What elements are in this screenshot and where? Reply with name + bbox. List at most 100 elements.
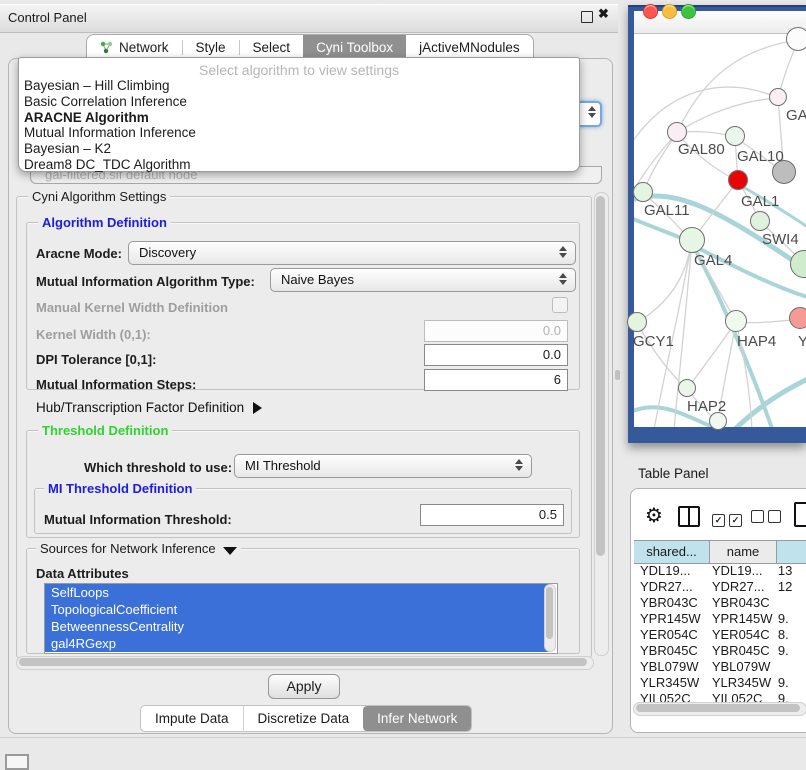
cell-shared-name: YDL19... [634,563,708,579]
attribute-list-item[interactable]: BetweennessCentrality [45,618,551,635]
cell-value: 13 [773,563,806,579]
attribute-list-item[interactable]: TopologicalCoefficient [45,601,551,618]
table-row[interactable]: YDR27... YDR27... 12 [634,579,806,595]
list-scrollbar-thumb[interactable] [546,587,553,639]
network-node-gal10[interactable] [725,126,745,146]
column-header-shared[interactable]: shared... [634,541,710,563]
mi-steps-field[interactable]: 6 [424,369,568,391]
network-node-selected-red[interactable] [728,170,748,190]
minimize-traffic-light-icon[interactable] [662,4,677,19]
mi-type-value: Naive Bayes [281,272,354,287]
network-node-gal4[interactable] [679,227,705,253]
table-row[interactable]: YBL079W YBL079W [634,659,806,675]
data-attributes-label: Data Attributes [36,566,129,581]
node-label: GAL4 [694,252,732,269]
settings-hscrollbar-thumb[interactable] [19,658,587,666]
cell-shared-name: YBR045C [634,643,708,659]
node-label: GAL10 [737,148,784,165]
control-panel-title: Control Panel [8,10,87,25]
zoom-traffic-light-icon[interactable] [681,4,696,19]
sources-group-title[interactable]: Sources for Network Inference [36,542,241,555]
network-node[interactable] [786,27,806,51]
which-threshold-label: Which threshold to use: [84,460,232,475]
select-all-checkboxes-icon[interactable]: ✓✓ [712,510,746,528]
which-threshold-combo[interactable]: MI Threshold [234,454,532,478]
table-row[interactable]: YLR345W YLR345W 9. [634,675,806,691]
algorithm-list-item[interactable]: Basic Correlation Inference [19,94,579,110]
attribute-list-item[interactable]: gal4RGexp [45,635,551,652]
network-node-gcy1[interactable] [627,312,647,332]
bottom-tab[interactable]: Discretize Data [243,706,364,731]
document-icon[interactable] [794,502,806,527]
bottom-tabbar: Impute DataDiscretize DataInfer Network [140,705,472,732]
mi-steps-label: Mutual Information Steps: [36,377,196,392]
status-bar-divider [0,737,806,738]
table-row[interactable]: YBR043C YBR043C [634,595,806,611]
table-row[interactable]: YPR145W YPR145W 9. [634,611,806,627]
expand-right-icon [253,402,262,414]
aracne-mode-label: Aracne Mode: [36,246,122,261]
cell-name: YPR145W [708,611,773,627]
cell-name: YER054C [708,627,773,643]
algorithm-list-item[interactable]: ARACNE Algorithm [19,110,579,126]
dpi-tolerance-field[interactable]: 0.0 [424,344,568,366]
node-label: GCY1 [633,333,674,350]
network-node-hap2[interactable] [678,379,696,397]
algorithm-list-item[interactable]: Dream8 DC_TDC Algorithm [19,157,579,173]
float-window-icon[interactable] [581,11,593,23]
network-node-salmon[interactable] [789,307,806,329]
cell-value: 9. [773,675,806,691]
minimized-panel-grip[interactable] [5,754,29,770]
column-header-partial[interactable] [777,541,806,563]
algorithm-list-item[interactable]: Mutual Information Inference [19,125,579,141]
cell-value: 9. [773,611,806,627]
split-columns-icon[interactable] [678,506,700,527]
cell-value: 8. [773,627,806,643]
cell-name: YBR043C [708,595,773,611]
algorithm-list-item[interactable]: Bayesian – K2 [19,141,579,157]
aracne-mode-combo[interactable]: Discovery [128,241,576,265]
table-row[interactable]: YER054C YER054C 8. [634,627,806,643]
attribute-list-item[interactable]: SelfLoops [45,584,551,601]
settings-vscrollbar-thumb[interactable] [596,196,605,556]
splitter-handle[interactable] [615,370,620,380]
close-traffic-light-icon[interactable] [643,4,658,19]
kernel-width-field[interactable]: 0.0 [424,320,568,342]
node-label: GAL [786,107,806,124]
network-node-hap4[interactable] [725,310,747,332]
column-header-name[interactable]: name [710,541,777,563]
collapse-down-icon [223,547,237,555]
network-node-gal1[interactable] [750,211,770,231]
table-hscrollbar-thumb[interactable] [636,704,800,712]
manual-kernel-checkbox[interactable] [552,297,568,313]
cell-name: YDL19... [708,563,773,579]
network-window-titlebar[interactable] [634,11,806,34]
table-panel-title: Table Panel [638,466,709,481]
network-node[interactable] [769,88,787,106]
table-row[interactable]: YBR045C YBR045C 9. [634,643,806,659]
bottom-tab[interactable]: Infer Network [363,706,471,731]
bottom-tab[interactable]: Impute Data [141,706,243,731]
control-panel-titlebar [0,4,618,33]
apply-button[interactable]: Apply [268,674,340,699]
aracne-mode-value: Discovery [139,245,196,260]
algorithm-list-item[interactable]: Bayesian – Hill Climbing [19,78,579,94]
mi-type-combo[interactable]: Naive Bayes [270,268,576,292]
node-label: GAL1 [741,193,779,210]
cell-name: YBR045C [708,643,773,659]
algorithm-dropdown-popup: Select algorithm to view settings Bayesi… [18,57,580,172]
cell-shared-name: YBL079W [634,659,708,675]
network-node-gal80[interactable] [667,122,687,142]
deselect-all-checkboxes-icon[interactable] [751,510,785,528]
sources-title-text: Sources for Network Inference [40,541,216,556]
mi-threshold-group-title: MI Threshold Definition [44,482,196,495]
node-label: Y [798,333,806,350]
cell-value: 12 [773,579,806,595]
network-node-gal11[interactable] [633,182,653,202]
close-icon[interactable]: ✖ [598,6,609,22]
table-row[interactable]: YDL19... YDL19... 13 [634,563,806,579]
hub-definition-expander[interactable]: Hub/Transcription Factor Definition [36,400,262,415]
gear-icon[interactable]: ⚙ [645,503,663,527]
mi-threshold-label: Mutual Information Threshold: [44,512,232,527]
mi-threshold-field[interactable]: 0.5 [420,504,564,526]
